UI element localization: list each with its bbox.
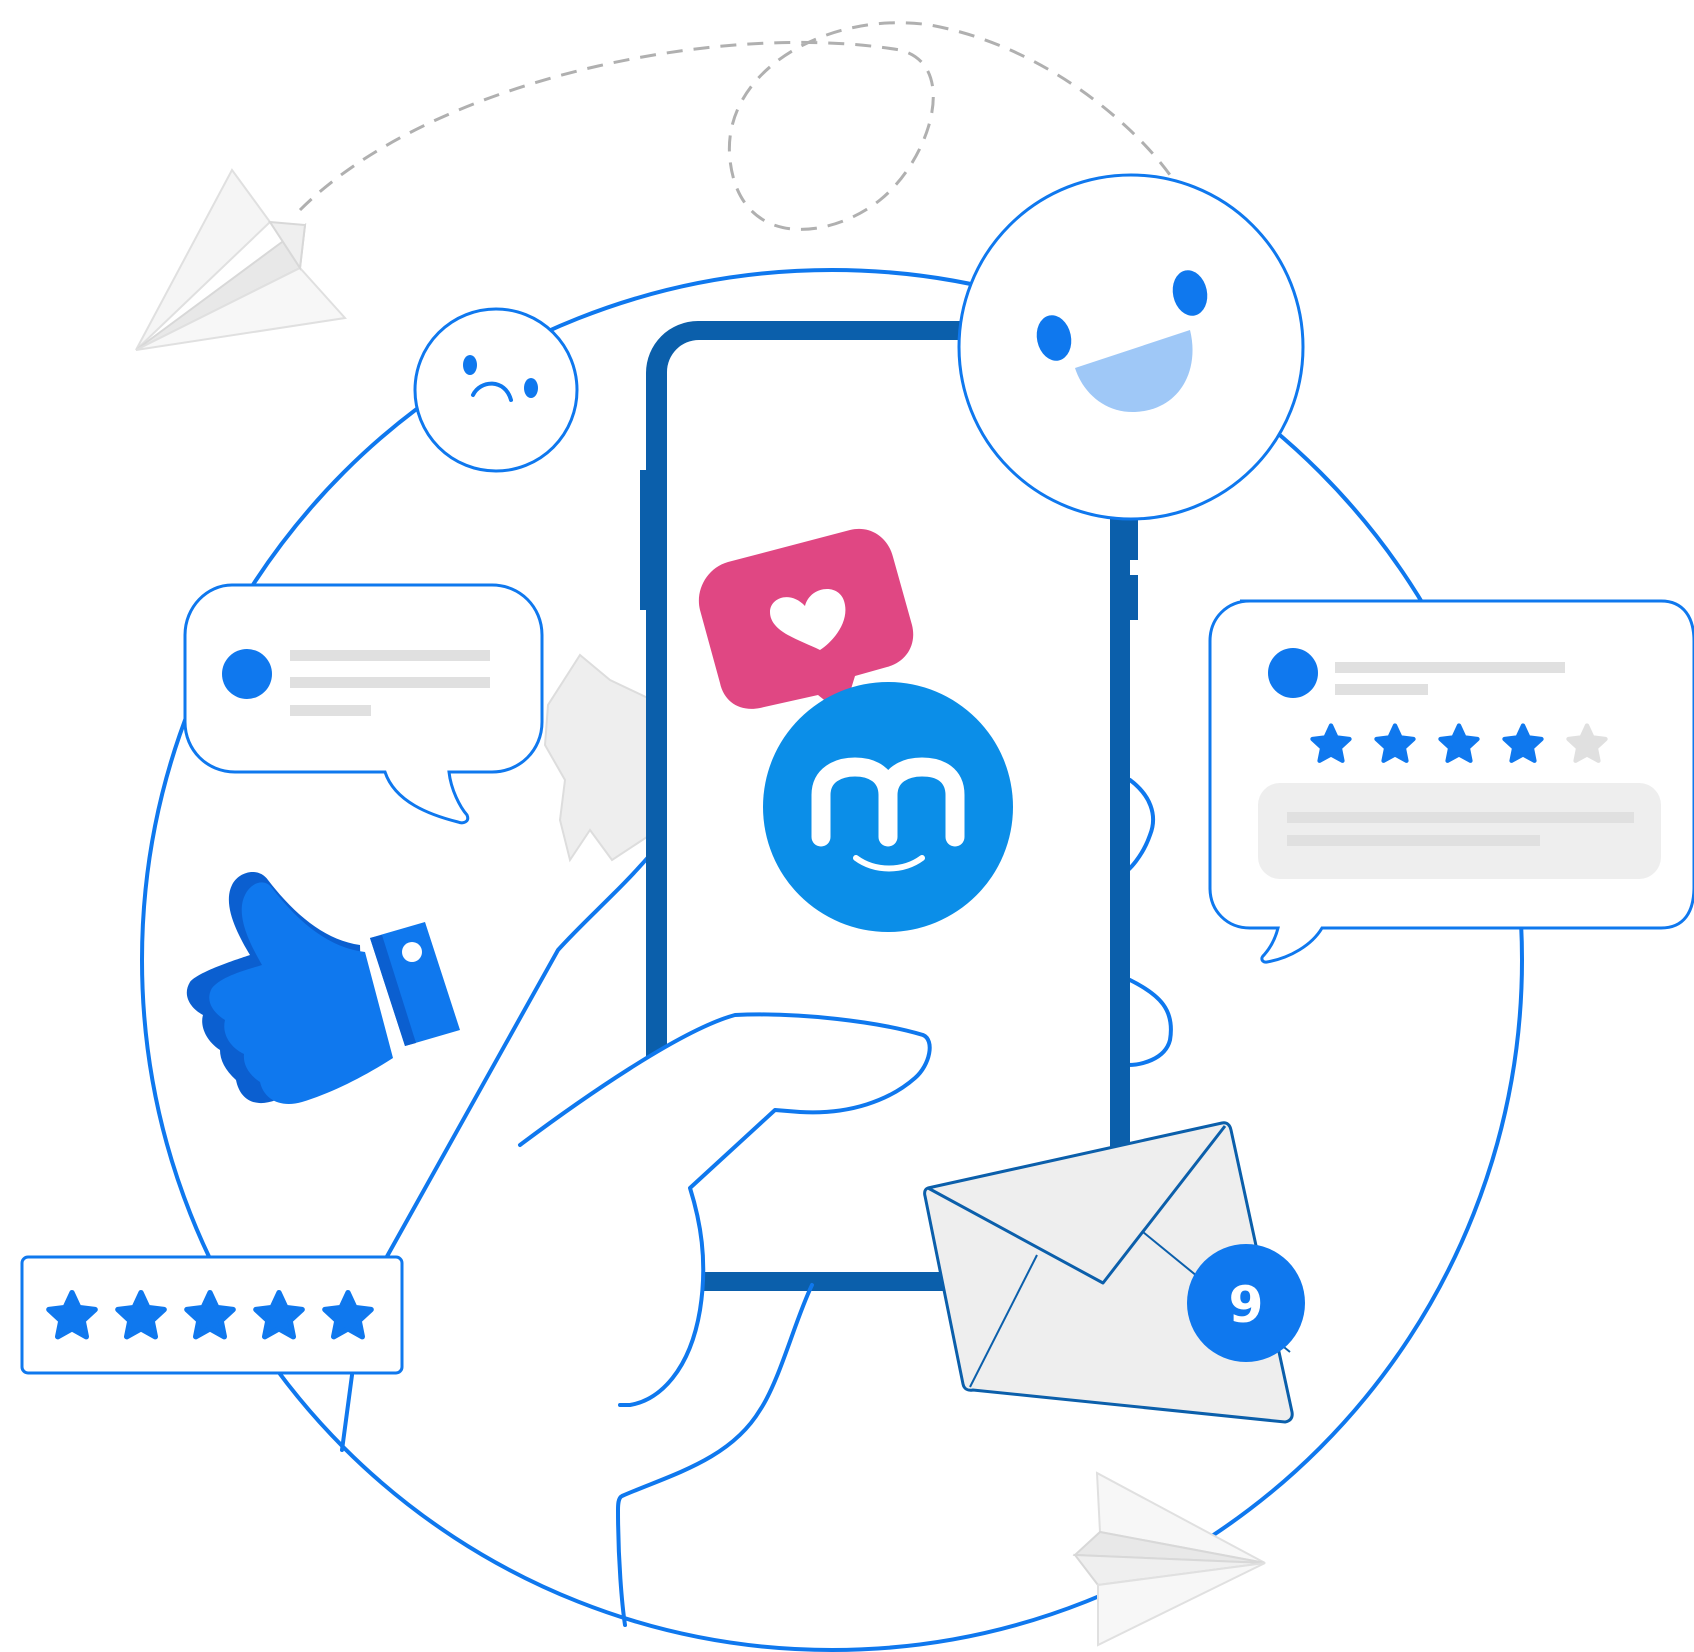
sad-face-icon [413,307,579,473]
avatar [222,649,272,699]
text-line-placeholder [1335,684,1428,695]
paper-plane-icon [135,168,347,351]
text-line-placeholder [1287,835,1540,846]
text-line-placeholder [1335,662,1565,673]
review-card [1208,599,1694,964]
review-text-box [1258,783,1661,879]
text-line-placeholder [290,650,490,661]
notification-count: 9 [1229,1276,1264,1334]
text-line-placeholder [1287,812,1634,823]
happy-face-icon [957,173,1305,521]
rating-box [20,1255,404,1375]
illustration-canvas: 9 [20,21,1694,1652]
text-line-placeholder [290,677,490,688]
avatar [1268,648,1318,698]
notification-badge: 9 [1187,1244,1305,1362]
app-logo-icon [763,682,1013,932]
text-line-placeholder [290,705,371,716]
